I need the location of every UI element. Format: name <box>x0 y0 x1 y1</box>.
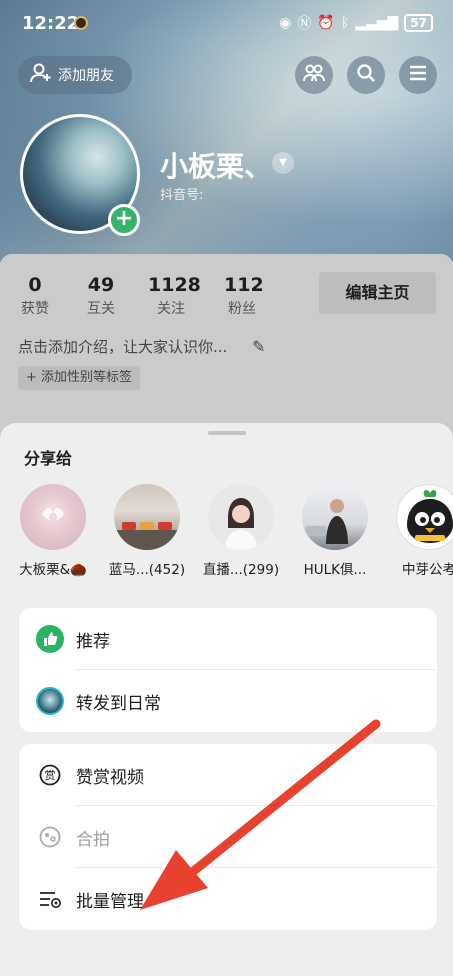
stat-value: 49 <box>87 274 115 296</box>
contact-name: HULK俱... <box>303 562 367 578</box>
batch-manage-label: 批量管理 <box>76 891 144 912</box>
contact-item[interactable]: 大板栗&🌰 <box>8 484 98 578</box>
stat-label: 关注 <box>157 301 185 317</box>
stat-label: 获赞 <box>21 301 49 317</box>
contact-name: 中芽公考 <box>402 562 453 578</box>
edit-pencil-icon[interactable]: ✎ <box>252 337 265 356</box>
status-time: 12:22 <box>22 13 80 34</box>
duet-label: 合拍 <box>76 829 110 850</box>
signal-icon: ▂▃▅▇ <box>355 15 399 31</box>
menu-button[interactable] <box>399 56 437 94</box>
share-actions-card: 推荐 转发到日常 <box>19 608 437 732</box>
bluetooth-icon: ᛒ <box>340 15 350 31</box>
contact-item[interactable]: 蓝马...(452) <box>102 484 192 578</box>
alarm-icon: ⏰ <box>317 15 335 31</box>
recommend-item[interactable]: 推荐 <box>19 608 437 670</box>
nickname: 小板栗、 <box>160 150 273 183</box>
contact-name: 蓝马...(452) <box>108 562 186 578</box>
svg-text:赏: 赏 <box>45 769 56 782</box>
contact-item[interactable]: 中芽公考 <box>384 484 453 578</box>
thumbs-up-icon <box>36 625 64 653</box>
daily-avatar-icon <box>36 687 64 715</box>
add-tag-button[interactable]: + 添加性别等标签 <box>18 366 141 390</box>
duet-item[interactable]: 合拍 <box>19 806 437 868</box>
contact-avatar <box>20 484 86 550</box>
drag-handle[interactable] <box>208 431 246 435</box>
stat-likes[interactable]: 0 获赞 <box>20 274 50 318</box>
contact-avatar <box>396 484 453 550</box>
contact-name: 直播...(299) <box>202 562 280 578</box>
contact-avatar <box>208 484 274 550</box>
eye-icon: ◉ <box>279 15 292 31</box>
reward-video-label: 赞赏视频 <box>76 767 144 788</box>
stat-value: 0 <box>28 274 42 296</box>
contact-avatar <box>302 484 368 550</box>
battery-icon: 57 <box>404 14 433 32</box>
add-story-icon[interactable]: + <box>108 204 140 236</box>
search-button[interactable] <box>347 56 385 94</box>
recommend-label: 推荐 <box>76 631 110 652</box>
reward-video-item[interactable]: 赏 赞赏视频 <box>19 744 437 806</box>
reward-icon: 赏 <box>36 761 64 789</box>
contact-name: 大板栗&🌰 <box>19 562 87 578</box>
stat-value: 1128 <box>148 274 201 296</box>
contact-avatar <box>114 484 180 550</box>
batch-manage-icon <box>36 885 64 913</box>
friends-icon <box>303 63 325 87</box>
status-bar: 12:22 ◉ Ⓝ ⏰ ᛒ ▂▃▅▇ 57 <box>0 0 453 48</box>
stat-mutual[interactable]: 49 互关 <box>84 274 118 318</box>
share-title: 分享给 <box>24 449 73 468</box>
edit-profile-button[interactable]: 编辑主页 <box>319 272 436 314</box>
batch-manage-item[interactable]: 批量管理 <box>19 868 437 930</box>
chevron-down-icon[interactable]: ▼ <box>272 152 294 174</box>
friends-button[interactable] <box>295 56 333 94</box>
stat-label: 互关 <box>87 301 115 317</box>
douyin-id: 抖音号: <box>160 188 204 203</box>
add-friend-label: 添加朋友 <box>58 68 114 84</box>
share-to-daily-label: 转发到日常 <box>76 693 161 714</box>
nfc-icon: Ⓝ <box>297 16 312 32</box>
share-to-daily-item[interactable]: 转发到日常 <box>19 670 437 732</box>
recording-icon <box>74 16 88 30</box>
intro-text[interactable]: 点击添加介绍，让大家认识你... <box>18 336 227 357</box>
menu-icon <box>409 65 427 85</box>
share-sheet: 分享给 大板栗&🌰 蓝马...(452) 直播...(299) HULK俱...… <box>0 423 453 976</box>
add-user-icon <box>30 63 52 87</box>
add-friend-button[interactable]: 添加朋友 <box>18 56 132 94</box>
stat-followers[interactable]: 112 粉丝 <box>224 274 264 318</box>
duet-icon <box>36 823 64 851</box>
stat-following[interactable]: 1128 关注 <box>148 274 201 318</box>
more-actions-card: 赏 赞赏视频 合拍 批量管理 <box>19 744 437 930</box>
contact-item[interactable]: HULK俱... <box>290 484 380 578</box>
contact-item[interactable]: 直播...(299) <box>196 484 286 578</box>
stat-label: 粉丝 <box>228 301 256 317</box>
stat-value: 112 <box>224 274 264 296</box>
search-icon <box>356 63 376 87</box>
